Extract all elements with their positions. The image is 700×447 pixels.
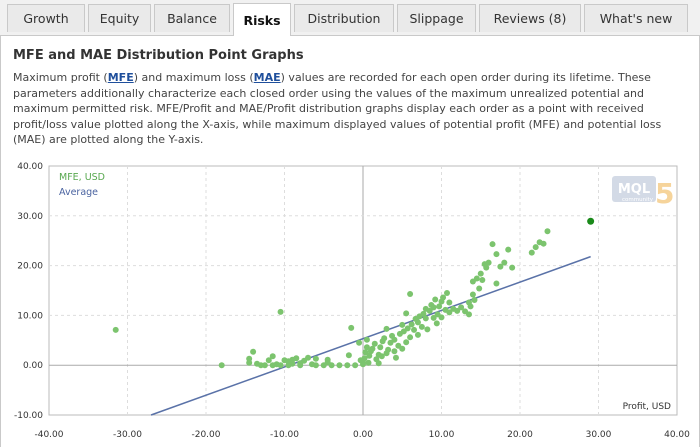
- mfe-point: [485, 259, 492, 266]
- mfe-point: [324, 356, 331, 363]
- mfe-point: [348, 324, 355, 331]
- tab-risks[interactable]: Risks: [233, 3, 291, 36]
- mfe-point: [371, 340, 378, 347]
- mfe-point: [422, 315, 429, 322]
- mfe-point: [443, 289, 450, 296]
- mfe-point: [418, 323, 425, 330]
- mfe-point: [473, 275, 480, 282]
- mfe-point: [312, 355, 319, 362]
- mfe-point: [381, 335, 388, 342]
- mfe-point: [528, 249, 535, 256]
- mql5-logo-number: 5: [655, 177, 674, 210]
- mfe-point: [399, 321, 406, 328]
- y-axis-ticks: 40.00 30.00 20.00 10.00 0.00 -10.00: [14, 162, 43, 421]
- y-tick-label: 40.00: [17, 162, 43, 172]
- mfe-point: [501, 259, 508, 266]
- x-tick-label: 0.00: [353, 430, 373, 440]
- mfe-point: [391, 336, 398, 343]
- mfe-point: [383, 325, 390, 332]
- mfe-point: [344, 362, 351, 369]
- y-tick-label: -10.00: [14, 411, 43, 421]
- mfe-point: [218, 362, 225, 369]
- mfe-point: [289, 360, 296, 367]
- y-tick-label: 20.00: [17, 262, 43, 272]
- x-tick-label: 20.00: [507, 430, 533, 440]
- mfe-point: [493, 280, 500, 287]
- y-tick-label: 10.00: [17, 311, 43, 321]
- x-tick-label: 40.00: [664, 430, 690, 440]
- mfe-scatter-chart: 40.00 30.00 20.00 10.00 0.00 -10.00 -40.00 -30…: [14, 162, 690, 440]
- mfe-point: [471, 296, 478, 303]
- mfe-point: [477, 270, 484, 277]
- mfe-point: [407, 290, 414, 297]
- mfe-point: [446, 299, 453, 306]
- mfe-point: [505, 246, 512, 253]
- mfe-point: [476, 285, 483, 292]
- mfe-point: [540, 240, 547, 247]
- mfe-point: [392, 354, 399, 361]
- x-tick-label: 30.00: [586, 430, 612, 440]
- mfe-point: [352, 362, 359, 369]
- mfe-point: [246, 355, 253, 362]
- x-tick-label: -30.00: [113, 430, 142, 440]
- y-tick-label: 30.00: [17, 212, 43, 222]
- x-tick-label: -10.00: [270, 430, 299, 440]
- mfe-point: [479, 277, 486, 284]
- mfe-point: [493, 251, 500, 258]
- mfe-point: [377, 344, 384, 351]
- mfe-point: [430, 304, 437, 311]
- mfe-point: [433, 320, 440, 327]
- mfe-point: [356, 339, 363, 346]
- x-tick-label: -20.00: [191, 430, 220, 440]
- legend-mfe: MFE, USD: [59, 172, 105, 183]
- mfe-point: [345, 352, 352, 359]
- mfe-point: [467, 303, 474, 310]
- x-axis-label: Profit, USD: [623, 402, 671, 412]
- mfe-point: [365, 359, 372, 366]
- mfe-point: [465, 311, 472, 318]
- mfe-point: [532, 244, 539, 251]
- mfe-point: [336, 362, 343, 369]
- mfe-point: [293, 355, 300, 362]
- tab-risks-label: Risks: [243, 12, 281, 28]
- mfe-point: [440, 294, 447, 301]
- mfe-point: [312, 362, 319, 369]
- x-axis-ticks: -40.00 -30.00 -20.00 -10.00 0.00 10.00 20.00 30…: [34, 430, 690, 440]
- mfe-point: [469, 291, 476, 298]
- mfe-point: [424, 326, 431, 333]
- mfe-point: [277, 308, 284, 315]
- mfe-point: [438, 314, 445, 321]
- mfe-point: [509, 264, 516, 271]
- mfe-point: [305, 354, 312, 361]
- mfe-point: [328, 362, 335, 369]
- mfe-point: [261, 362, 268, 369]
- mfe-point: [411, 326, 418, 333]
- mfe-point: [432, 296, 439, 303]
- x-tick-label: -40.00: [34, 430, 63, 440]
- y-tick-label: 0.00: [23, 361, 43, 371]
- mfe-point: [407, 334, 414, 341]
- mfe-point: [544, 228, 551, 235]
- mfe-point: [408, 321, 415, 328]
- x-tick-label: 10.00: [429, 430, 455, 440]
- mfe-point: [489, 241, 496, 248]
- mql5-logo-text: MQL: [618, 182, 650, 197]
- mfe-point: [250, 348, 257, 355]
- mfe-point: [414, 331, 421, 338]
- mfe-point: [391, 348, 398, 355]
- mfe-point: [363, 336, 370, 343]
- mfe-point: [414, 319, 421, 326]
- mfe-point: [112, 326, 119, 333]
- mfe-point: [269, 353, 276, 360]
- legend-average: Average: [59, 187, 98, 198]
- mql5-logo-sub: community: [622, 197, 654, 203]
- mfe-point: [385, 346, 392, 353]
- mfe-point: [277, 362, 284, 369]
- highlight-point: [587, 217, 595, 225]
- mfe-point: [403, 310, 410, 317]
- mfe-point: [403, 339, 410, 346]
- mfe-point: [399, 345, 406, 352]
- mfe-point: [375, 360, 382, 367]
